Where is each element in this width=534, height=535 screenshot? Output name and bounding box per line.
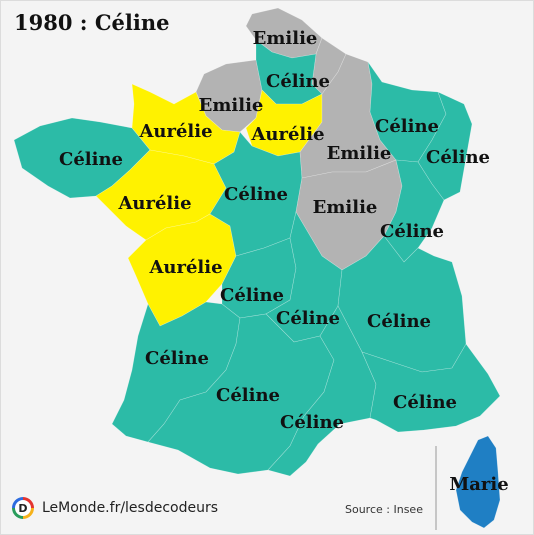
label-poitou-charentes: Aurélie xyxy=(148,257,222,278)
decodeurs-logo-letter: D xyxy=(15,500,31,516)
brand-link[interactable]: LeMonde.fr/lesdecodeurs xyxy=(42,500,218,516)
label-languedoc-roussillon: Céline xyxy=(280,412,344,433)
label-franche-comte: Céline xyxy=(380,221,444,242)
footer-brand[interactable]: D LeMonde.fr/lesdecodeurs xyxy=(12,497,218,519)
label-lorraine: Céline xyxy=(375,116,439,137)
label-basse-normandie: Aurélie xyxy=(138,121,212,142)
decodeurs-logo-icon: D xyxy=(12,497,34,519)
label-auvergne: Céline xyxy=(276,308,340,329)
france-regions-map: Emilie Emilie Céline Aurélie Aurélie Cél… xyxy=(13,7,509,530)
label-centre: Céline xyxy=(224,184,288,205)
label-nord-pas-de-calais: Emilie xyxy=(253,28,318,49)
label-paca: Céline xyxy=(393,392,457,413)
label-corse: Marie xyxy=(449,474,508,495)
label-midi-pyrenees: Céline xyxy=(216,385,280,406)
label-pays-de-la-loire: Aurélie xyxy=(117,193,191,214)
label-alsace: Céline xyxy=(426,147,490,168)
label-aquitaine: Céline xyxy=(145,348,209,369)
label-champagne-ardenne: Emilie xyxy=(327,143,392,164)
label-ile-de-france-center: Aurélie xyxy=(250,124,324,145)
label-bretagne: Céline xyxy=(59,149,123,170)
label-bourgogne: Emilie xyxy=(313,197,378,218)
label-limousin: Céline xyxy=(220,285,284,306)
label-rhone-alpes: Céline xyxy=(367,311,431,332)
source-credit: Source : Insee xyxy=(345,503,423,516)
label-haute-normandie: Emilie xyxy=(199,95,264,116)
label-ile-de-france: Céline xyxy=(266,71,330,92)
